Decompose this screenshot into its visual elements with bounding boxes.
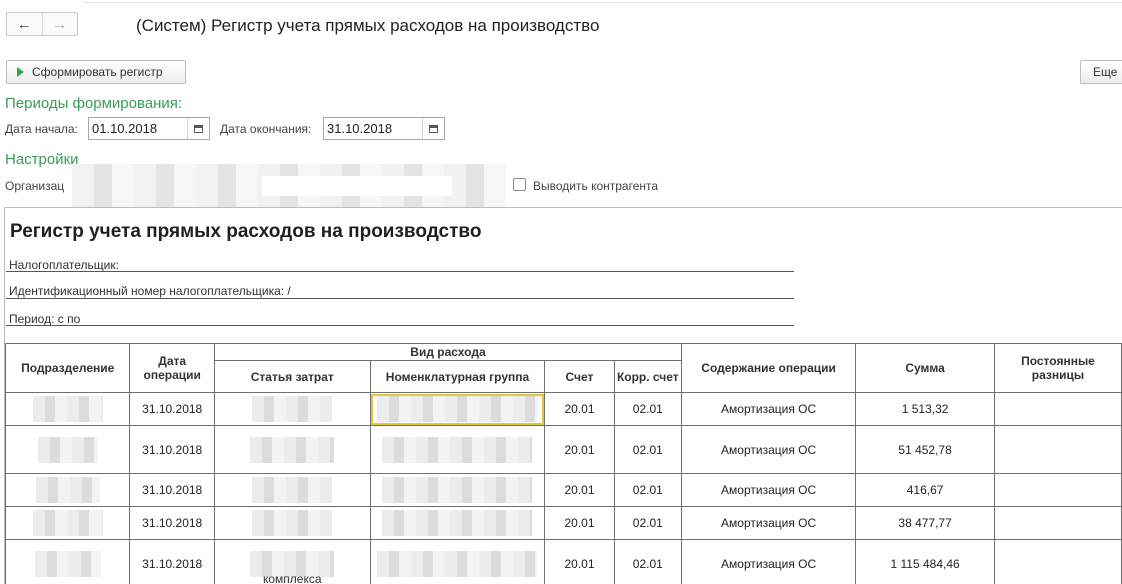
calendar-icon[interactable] bbox=[422, 118, 444, 139]
nomenclature-group-cell bbox=[369, 425, 546, 474]
more-button[interactable]: Еще bbox=[1080, 60, 1122, 84]
amount-cell: 416,67 bbox=[855, 473, 995, 507]
period-line: Период: с по bbox=[9, 312, 81, 326]
permanent-diff-cell bbox=[993, 506, 1122, 540]
amount-cell: 1 513,32 bbox=[855, 392, 995, 426]
end-date-value: 31.10.2018 bbox=[327, 121, 393, 136]
account-cell: 20.01 bbox=[544, 473, 615, 507]
operation-cell: Амортизация ОС bbox=[680, 539, 857, 584]
operation-cell: Амортизация ОС bbox=[680, 392, 857, 426]
table-row[interactable]: 31.10.2018 20.01 02.01 Амортизация ОС 51… bbox=[4, 425, 1122, 474]
cost-item-cell bbox=[213, 506, 371, 540]
form-register-button[interactable]: Сформировать регистр bbox=[6, 60, 186, 84]
organization-field-redacted[interactable] bbox=[72, 164, 506, 208]
date-cell: 31.10.2018 bbox=[129, 425, 215, 474]
account-cell: 20.01 bbox=[544, 539, 615, 584]
nomenclature-group-cell bbox=[369, 539, 546, 584]
corr-account-cell: 02.01 bbox=[613, 539, 682, 584]
corr-account-cell: 02.01 bbox=[613, 392, 682, 426]
inn-line: Идентификационный номер налогоплательщик… bbox=[9, 284, 291, 298]
show-counterparty-checkbox[interactable] bbox=[513, 178, 526, 191]
top-divider bbox=[84, 2, 1122, 3]
back-icon[interactable]: ← bbox=[7, 13, 42, 35]
corr-account-cell: 02.01 bbox=[613, 425, 682, 474]
permanent-diff-cell bbox=[993, 539, 1122, 584]
show-counterparty-label: Выводить контрагента bbox=[533, 179, 659, 193]
department-cell bbox=[4, 392, 131, 426]
page-title: (Систем) Регистр учета прямых расходов н… bbox=[136, 16, 600, 35]
header-account: Счет bbox=[544, 360, 615, 393]
header-department: Подразделение bbox=[4, 343, 131, 393]
header-expense-type: Вид расхода bbox=[213, 343, 682, 361]
organization-label: Организац bbox=[5, 179, 65, 193]
end-date-label: Дата окончания: bbox=[220, 122, 312, 136]
report-table: Подразделение Дата операции Вид расхода … bbox=[4, 343, 1122, 584]
date-cell: 31.10.2018 bbox=[129, 473, 215, 507]
corr-account-cell: 02.01 bbox=[613, 506, 682, 540]
permanent-diff-cell bbox=[993, 392, 1122, 426]
department-cell bbox=[4, 539, 131, 584]
form-register-label: Сформировать регистр bbox=[32, 65, 163, 79]
nomenclature-group-cell bbox=[369, 506, 546, 540]
date-cell: 31.10.2018 bbox=[129, 539, 215, 584]
periods-section-title: Периоды формирования: bbox=[5, 95, 183, 112]
taxpayer-rule bbox=[6, 271, 794, 272]
header-corr-account: Корр. счет bbox=[613, 360, 682, 393]
settings-section-title: Настройки bbox=[5, 151, 79, 168]
date-cell: 31.10.2018 bbox=[129, 506, 215, 540]
start-date-field[interactable]: 01.10.2018 bbox=[88, 117, 210, 140]
account-cell: 20.01 bbox=[544, 392, 615, 426]
department-cell bbox=[4, 473, 131, 507]
play-icon bbox=[17, 67, 24, 77]
amount-cell: 51 452,78 bbox=[855, 425, 995, 474]
end-date-field[interactable]: 31.10.2018 bbox=[323, 117, 445, 140]
cost-item-tail-text: комплекса bbox=[263, 572, 322, 584]
date-cell: 31.10.2018 bbox=[129, 392, 215, 426]
nomenclature-group-cell[interactable] bbox=[369, 392, 546, 426]
table-row[interactable]: 31.10.2018 20.01 02.01 Амортизация ОС 41… bbox=[4, 473, 1122, 507]
inn-rule bbox=[6, 298, 794, 299]
header-date: Дата операции bbox=[129, 343, 215, 393]
header-amount: Сумма bbox=[855, 343, 995, 393]
operation-cell: Амортизация ОС bbox=[680, 506, 857, 540]
calendar-icon[interactable] bbox=[187, 118, 209, 139]
cost-item-cell bbox=[213, 473, 371, 507]
header-permanent-diff: Постоянные разницы bbox=[993, 343, 1122, 393]
start-date-value: 01.10.2018 bbox=[92, 121, 158, 136]
more-label: Еще bbox=[1093, 65, 1118, 79]
cost-item-cell bbox=[213, 392, 371, 426]
header-operation: Содержание операции bbox=[680, 343, 857, 393]
operation-cell: Амортизация ОС bbox=[680, 425, 857, 474]
account-cell: 20.01 bbox=[544, 506, 615, 540]
account-cell: 20.01 bbox=[544, 425, 615, 474]
permanent-diff-cell bbox=[993, 425, 1122, 474]
app-window: ← → (Систем) Регистр учета прямых расход… bbox=[0, 0, 1122, 584]
permanent-diff-cell bbox=[993, 473, 1122, 507]
cost-item-cell bbox=[213, 425, 371, 474]
department-cell bbox=[4, 506, 131, 540]
forward-icon[interactable]: → bbox=[41, 13, 78, 35]
start-date-label: Дата начала: bbox=[5, 122, 78, 136]
department-cell bbox=[4, 425, 131, 474]
nav-buttons: ← → bbox=[6, 12, 78, 36]
amount-cell: 38 477,77 bbox=[855, 506, 995, 540]
period-rule bbox=[6, 325, 794, 326]
taxpayer-line: Налогоплательщик: bbox=[9, 258, 119, 272]
table-row[interactable]: 31.10.2018 20.01 02.01 Амортизация ОС 1 … bbox=[4, 392, 1122, 426]
header-nomenclature-group: Номенклатурная группа bbox=[369, 360, 546, 393]
table-row[interactable]: 31.10.2018 20.01 02.01 Амортизация ОС 1 … bbox=[4, 539, 1122, 584]
table-row[interactable]: 31.10.2018 20.01 02.01 Амортизация ОС 38… bbox=[4, 506, 1122, 540]
corr-account-cell: 02.01 bbox=[613, 473, 682, 507]
report-title: Регистр учета прямых расходов на произво… bbox=[10, 221, 482, 242]
header-cost-item: Статья затрат bbox=[213, 360, 371, 393]
operation-cell: Амортизация ОС bbox=[680, 473, 857, 507]
amount-cell: 1 115 484,46 bbox=[855, 539, 995, 584]
nomenclature-group-cell bbox=[369, 473, 546, 507]
